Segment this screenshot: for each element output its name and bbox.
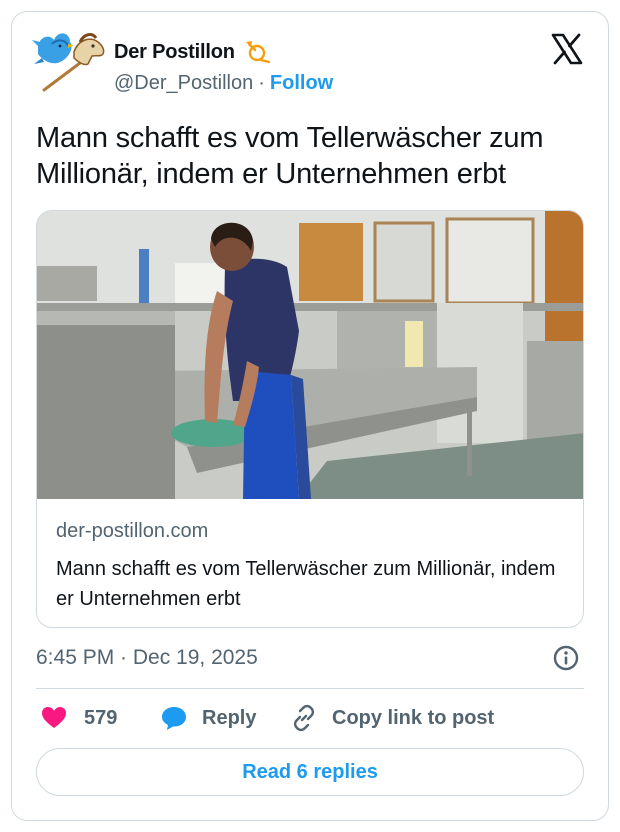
link-icon [293,704,315,732]
link-preview-image[interactable] [37,211,584,499]
link-title: Mann schafft es vom Tellerwäscher zum Mi… [56,558,556,610]
author-handle-row: @Der_Postillon · Follow [114,72,333,95]
link-preview-card[interactable]: der-postillon.com Mann schafft es vom Te… [36,210,584,628]
follow-link[interactable]: Follow [270,72,333,95]
horn-badge-icon [245,41,270,64]
info-icon[interactable] [552,644,580,672]
x-logo-icon[interactable] [551,33,583,65]
post-timestamp[interactable]: 6:45 PM · Dec 19, 2025 [36,646,258,670]
divider [36,688,584,689]
post-text: Mann schafft es vom Tellerwäscher zum Mi… [36,122,544,190]
like-count: 579 [84,706,118,729]
copy-link-button[interactable]: Copy link to post [290,702,494,734]
like-button[interactable]: 579 [40,702,117,734]
heart-icon [42,707,66,728]
author-name-row: Der Postillon [114,38,271,66]
author-name[interactable]: Der Postillon [114,41,235,64]
author-handle[interactable]: @Der_Postillon [114,72,253,95]
copy-link-label: Copy link to post [332,706,495,729]
speech-bubble-icon [162,707,186,730]
author-avatar[interactable] [30,24,112,96]
read-replies-button[interactable]: Read 6 replies [36,748,584,796]
reply-button[interactable]: Reply [160,702,256,734]
handle-separator: · [258,72,265,94]
link-domain: der-postillon.com [56,520,209,542]
reply-label: Reply [202,706,257,729]
